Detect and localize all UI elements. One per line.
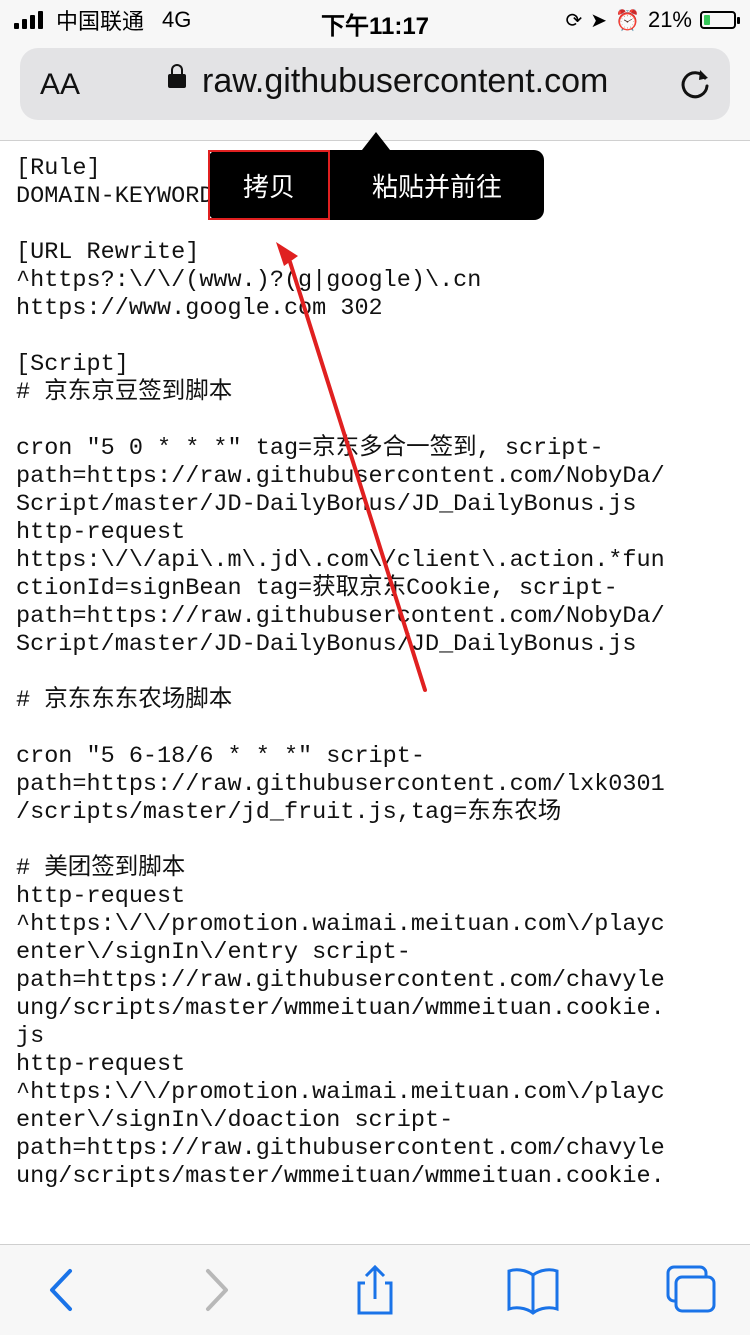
- battery-fill: [704, 15, 710, 25]
- context-menu: 拷贝 粘贴并前往: [208, 150, 544, 220]
- content-line: path=https://raw.githubusercontent.com/c…: [16, 967, 665, 994]
- rotation-lock-icon: ⟳: [565, 9, 583, 32]
- content-line: Script/master/JD-DailyBonus/JD_DailyBonu…: [16, 631, 637, 658]
- content-line: cron "5 0 * * *" tag=京东多合一签到, script-: [16, 435, 604, 462]
- lock-icon: [168, 64, 186, 88]
- content-line: path=https://raw.githubusercontent.com/N…: [16, 603, 665, 630]
- content-line: enter\/signIn\/entry script-: [16, 939, 411, 966]
- content-line: ^https?:\/\/(www.)?(g|google)\.cn: [16, 267, 482, 294]
- content-line: https://www.google.com 302: [16, 295, 383, 322]
- url-text[interactable]: raw.githubusercontent.com: [202, 62, 608, 101]
- paste-and-go-button[interactable]: 粘贴并前往: [330, 150, 544, 220]
- bottom-toolbar: [0, 1244, 750, 1335]
- popup-pointer: [362, 132, 390, 150]
- content-line: ung/scripts/master/wmmeituan/wmmeituan.c…: [16, 995, 665, 1022]
- share-icon[interactable]: [345, 1265, 405, 1315]
- content-line: ^https:\/\/promotion.waimai.meituan.com\…: [16, 911, 665, 938]
- content-line: path=https://raw.githubusercontent.com/l…: [16, 771, 665, 798]
- page-content: [Rule] DOMAIN-KEYWORD, [URL Rewrite] ^https…: [16, 155, 746, 1191]
- content-line: [16, 323, 746, 351]
- content-line: Script/master/JD-DailyBonus/JD_DailyBonu…: [16, 491, 637, 518]
- status-bar: 中国联通 4G 下午11:17 ⟳ ➤ ⏰ 21%: [0, 0, 750, 40]
- content-line: http-request: [16, 519, 186, 546]
- content-line: ctionId=signBean tag=获取京东Cookie, script-: [16, 575, 618, 602]
- status-right: ⟳ ➤ ⏰ 21%: [558, 6, 740, 34]
- bookmarks-icon[interactable]: [503, 1265, 563, 1315]
- content-line: /scripts/master/jd_fruit.js,tag=东东农场: [16, 799, 562, 826]
- content-line: # 美团签到脚本: [16, 855, 186, 882]
- battery-icon: [700, 11, 740, 29]
- location-icon: ➤: [590, 9, 608, 32]
- tabs-icon[interactable]: [660, 1265, 720, 1315]
- content-line: http-request: [16, 883, 186, 910]
- address-bar[interactable]: AA raw.githubusercontent.com: [20, 48, 730, 120]
- alarm-icon: ⏰: [615, 9, 640, 32]
- content-line: # 京东东东农场脚本: [16, 687, 233, 714]
- content-line: # 京东京豆签到脚本: [16, 379, 233, 406]
- content-line: http-request: [16, 1051, 186, 1078]
- reload-icon[interactable]: [678, 66, 712, 100]
- address-bar-area: AA raw.githubusercontent.com: [0, 40, 750, 141]
- content-line: ung/scripts/master/wmmeituan/wmmeituan.c…: [16, 1163, 665, 1190]
- battery-percent: 21%: [647, 7, 692, 32]
- content-line: enter\/signIn\/doaction script-: [16, 1107, 454, 1134]
- content-line: path=https://raw.githubusercontent.com/c…: [16, 1135, 665, 1162]
- content-line: [URL Rewrite]: [16, 239, 200, 266]
- content-line: [16, 407, 746, 435]
- reader-settings-button[interactable]: AA: [40, 68, 80, 102]
- content-line: [16, 659, 746, 687]
- content-line: js: [16, 1023, 45, 1050]
- copy-button[interactable]: 拷贝: [208, 150, 330, 220]
- content-line: path=https://raw.githubusercontent.com/N…: [16, 463, 665, 490]
- content-line: ^https:\/\/promotion.waimai.meituan.com\…: [16, 1079, 665, 1106]
- content-line: [Script]: [16, 351, 129, 378]
- content-line: [16, 715, 746, 743]
- content-line: [16, 827, 746, 855]
- forward-icon[interactable]: [186, 1265, 246, 1315]
- content-line: cron "5 6-18/6 * * *" script-: [16, 743, 425, 770]
- content-line: https:\/\/api\.m\.jd\.com\/client\.actio…: [16, 547, 665, 574]
- back-icon[interactable]: [32, 1265, 92, 1315]
- reader-settings-label: AA: [40, 68, 81, 101]
